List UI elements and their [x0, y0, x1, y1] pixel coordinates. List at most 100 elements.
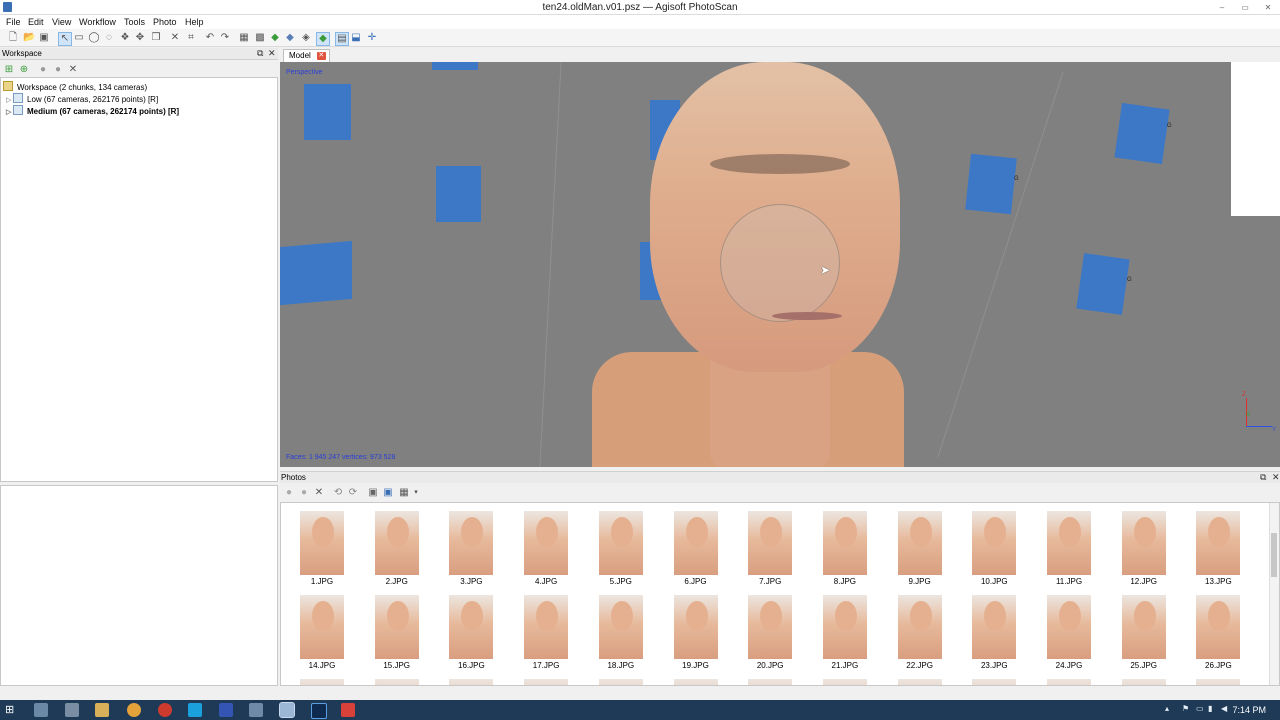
delete-selection-icon[interactable]: ✕ — [169, 32, 181, 44]
redo-icon[interactable]: ↷ — [219, 32, 231, 44]
photo-thumbnail[interactable]: 22.JPG — [885, 595, 955, 670]
photo-thumbnail[interactable] — [586, 679, 656, 685]
taskbar-clock[interactable]: 7:14 PM — [1232, 705, 1266, 715]
menu-tools[interactable]: Tools — [124, 17, 145, 27]
photo-thumbnail[interactable] — [959, 679, 1029, 685]
free-form-selection-icon[interactable]: ◌ — [103, 32, 115, 44]
photo-thumbnail[interactable]: 10.JPG — [959, 511, 1029, 586]
photo-thumbnail[interactable]: 18.JPG — [586, 595, 656, 670]
show-cameras-grid-icon[interactable]: ▦ — [238, 32, 250, 44]
photo-thumbnail[interactable]: 9.JPG — [885, 511, 955, 586]
photo-thumbnail[interactable]: 2.JPG — [362, 511, 432, 586]
new-file-icon[interactable]: 🗋 — [7, 32, 19, 44]
move-region-icon[interactable]: ✥ — [134, 32, 146, 44]
photo-thumbnail[interactable]: 4.JPG — [511, 511, 581, 586]
menu-edit[interactable]: Edit — [28, 17, 44, 27]
enable-camera-icon[interactable]: ● — [283, 487, 295, 499]
tray-volume-icon[interactable]: ◀ — [1221, 704, 1227, 713]
menu-workflow[interactable]: Workflow — [79, 17, 116, 27]
tree-item-chunk-low[interactable]: ▷ Low (67 cameras, 262176 points) [R] — [6, 93, 158, 104]
photo-thumbnail[interactable] — [436, 679, 506, 685]
camera-marker[interactable] — [436, 166, 481, 222]
rectangle-selection-icon[interactable]: ▭ — [73, 32, 85, 44]
photo-thumbnail[interactable]: 16.JPG — [436, 595, 506, 670]
menu-help[interactable]: Help — [185, 17, 204, 27]
tray-network-icon[interactable]: ▮ — [1208, 704, 1212, 713]
photoshop-icon[interactable] — [311, 703, 327, 719]
show-cameras-icon[interactable]: ▤ — [335, 32, 349, 46]
photo-thumbnail[interactable] — [1109, 679, 1179, 685]
menu-view[interactable]: View — [52, 17, 71, 27]
menu-file[interactable]: File — [6, 17, 21, 27]
tab-model[interactable]: Model ✕ — [283, 49, 330, 62]
camera-marker[interactable] — [1114, 102, 1170, 165]
open-folder-icon[interactable]: 📂 — [23, 32, 35, 44]
scrollbar-thumb[interactable] — [1271, 533, 1277, 577]
view-mode-dropdown-icon[interactable]: ▾ — [410, 487, 422, 499]
add-chunk-icon[interactable]: ⊞ — [3, 64, 15, 76]
photo-thumbnail[interactable]: 24.JPG — [1034, 595, 1104, 670]
resize-region-icon[interactable]: ❒ — [150, 32, 162, 44]
shaded-mesh-icon[interactable]: ◆ — [284, 32, 296, 44]
expand-arrow-icon[interactable]: ▷ — [6, 96, 13, 104]
rotate-region-icon[interactable]: ❖ — [119, 32, 131, 44]
photo-thumbnail[interactable]: 26.JPG — [1183, 595, 1253, 670]
filter-by-selection-icon[interactable]: ▣ — [382, 487, 394, 499]
textured-mesh-icon[interactable]: ◆ — [316, 32, 330, 46]
tray-arrow-icon[interactable]: ▴ — [1165, 704, 1169, 713]
remove-item-icon[interactable]: ✕ — [67, 64, 79, 76]
reset-filter-icon[interactable]: ▣ — [367, 487, 379, 499]
photo-thumbnail[interactable]: 11.JPG — [1034, 511, 1104, 586]
photo-thumbnail[interactable]: 1.JPG — [287, 511, 357, 586]
start-button-icon[interactable]: ⊞ — [5, 703, 19, 717]
camera-marker[interactable] — [432, 62, 478, 70]
enable-icon[interactable]: ● — [37, 64, 49, 76]
maximize-button[interactable]: ▭ — [1236, 3, 1254, 12]
float-panel-icon[interactable]: ⧉ — [1260, 472, 1266, 483]
photo-thumbnail[interactable]: 19.JPG — [661, 595, 731, 670]
photo-thumbnail[interactable]: 23.JPG — [959, 595, 1029, 670]
photo-thumbnail[interactable]: 5.JPG — [586, 511, 656, 586]
acrobat-icon[interactable] — [341, 703, 355, 717]
close-panel-icon[interactable]: ✕ — [268, 48, 276, 59]
photos-scrollbar[interactable] — [1269, 503, 1279, 685]
photo-thumbnail[interactable] — [810, 679, 880, 685]
crop-selection-icon[interactable]: ⌗ — [185, 32, 197, 44]
photo-thumbnail[interactable]: 12.JPG — [1109, 511, 1179, 586]
show-points-icon[interactable]: ▩ — [254, 32, 266, 44]
tray-monitor-icon[interactable]: ▭ — [1196, 704, 1204, 713]
photo-thumbnail[interactable]: 7.JPG — [735, 511, 805, 586]
taskbar-app-icon[interactable] — [65, 703, 79, 717]
show-region-icon[interactable]: ⬓ — [350, 32, 362, 44]
chrome-icon[interactable] — [127, 703, 141, 717]
add-photos-icon[interactable]: ⊕ — [18, 64, 30, 76]
photo-thumbnail[interactable]: 21.JPG — [810, 595, 880, 670]
photo-thumbnail[interactable] — [885, 679, 955, 685]
photo-thumbnail[interactable] — [511, 679, 581, 685]
photo-thumbnail[interactable] — [735, 679, 805, 685]
photo-thumbnail[interactable] — [287, 679, 357, 685]
solid-mesh-icon[interactable]: ◈ — [300, 32, 312, 44]
disable-icon[interactable]: ● — [52, 64, 64, 76]
browser-icon[interactable] — [158, 703, 172, 717]
rotate-left-icon[interactable]: ⟲ — [332, 487, 344, 499]
disable-camera-icon[interactable]: ● — [298, 487, 310, 499]
photo-thumbnail[interactable]: 25.JPG — [1109, 595, 1179, 670]
photo-thumbnail[interactable]: 17.JPG — [511, 595, 581, 670]
photo-thumbnail[interactable]: 6.JPG — [661, 511, 731, 586]
taskbar-app-icon[interactable] — [249, 703, 263, 717]
tree-item-chunk-medium[interactable]: ▷ Medium (67 cameras, 262174 points) [R] — [6, 105, 179, 116]
file-explorer-icon[interactable] — [95, 703, 109, 717]
photo-thumbnail[interactable] — [1183, 679, 1253, 685]
photoscan-taskbar-icon[interactable] — [279, 702, 295, 718]
photo-thumbnail[interactable]: 13.JPG — [1183, 511, 1253, 586]
close-tab-icon[interactable]: ✕ — [316, 52, 326, 60]
camera-marker[interactable] — [965, 153, 1017, 215]
float-panel-icon[interactable]: ⧉ — [257, 48, 263, 59]
save-icon[interactable]: ▣ — [38, 32, 50, 44]
photo-thumbnail[interactable]: 8.JPG — [810, 511, 880, 586]
camera-marker[interactable] — [1076, 253, 1130, 315]
close-window-button[interactable]: ✕ — [1259, 3, 1277, 12]
photo-thumbnail[interactable]: 15.JPG — [362, 595, 432, 670]
expand-arrow-icon[interactable]: ▷ — [6, 108, 13, 116]
